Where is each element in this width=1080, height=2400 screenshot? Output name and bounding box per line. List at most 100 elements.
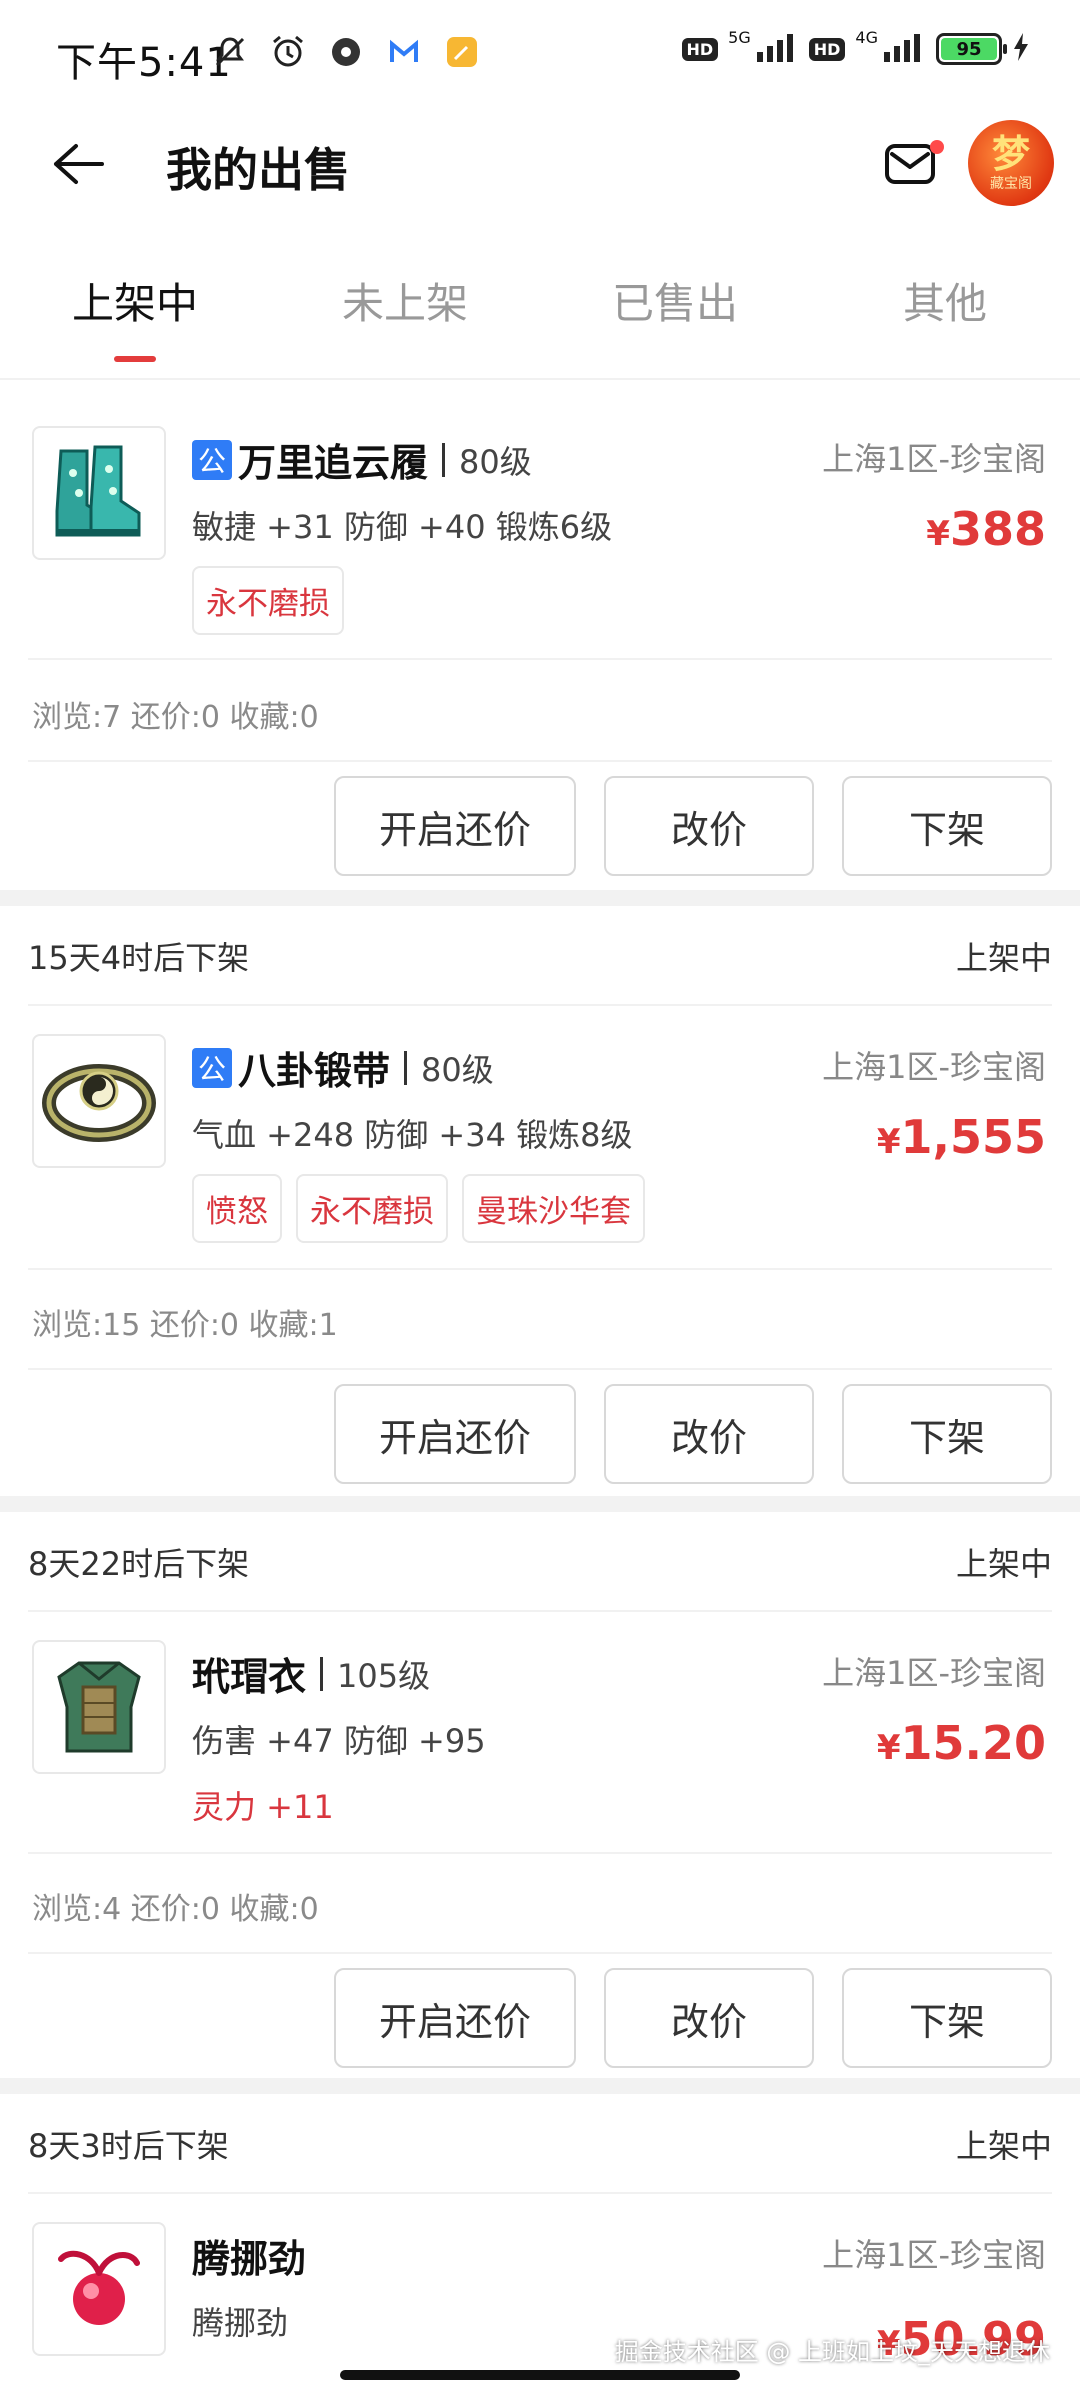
item-server: 上海1区-珍宝阁 xyxy=(822,1048,1046,1086)
tab-other[interactable]: 其他 xyxy=(810,240,1080,360)
belt-icon[interactable] xyxy=(32,1034,166,1168)
divider xyxy=(28,1268,1052,1270)
item-tag: 愤怒 xyxy=(192,1174,282,1243)
orb-icon[interactable] xyxy=(32,2222,166,2356)
home-indicator[interactable] xyxy=(340,2370,740,2380)
status-tabs: 上架中 未上架 已售出 其他 xyxy=(0,240,1080,362)
listing-card: 15天4时后下架 上架中 公 八卦锻带 80级 上海1区-珍宝阁 气血 +248… xyxy=(0,906,1080,1506)
card-gap xyxy=(0,890,1080,906)
item-price: ¥1,555 xyxy=(877,1110,1046,1164)
app-header: 我的出售 梦 藏宝阁 xyxy=(0,110,1080,220)
notes-app-icon xyxy=(444,34,480,70)
listing-status: 上架中 xyxy=(955,2127,1052,2165)
item-tag: 永不磨损 xyxy=(296,1174,448,1243)
item-name[interactable]: 腾挪劲 xyxy=(192,2228,306,2283)
delist-countdown: 8天3时后下架 xyxy=(28,2127,229,2165)
watermark: 掘金技术社区 @ 上班如上坟_天天想退休 xyxy=(614,2338,1050,2366)
card-header: 8天22时后下架 上架中 xyxy=(28,1512,1052,1612)
listing-card: 公 万里追云履 80级 上海1区-珍宝阁 敏捷 +31 防御 +40 锻炼6级 … xyxy=(0,398,1080,890)
item-level: 105级 xyxy=(337,1656,431,1695)
mute-icon xyxy=(212,34,248,70)
edit-price-button[interactable]: 改价 xyxy=(604,1968,814,2068)
item-name[interactable]: 玳瑁衣 xyxy=(192,1646,306,1701)
hd-badge-2: HD xyxy=(808,37,846,61)
listing-card: 8天22时后下架 上架中 玳瑁衣 105级 上海1区-珍宝阁 伤害 +47 防御… xyxy=(0,1512,1080,2086)
active-tab-indicator xyxy=(114,356,156,362)
item-server: 上海1区-珍宝阁 xyxy=(822,2236,1046,2274)
boots-icon[interactable] xyxy=(32,426,166,560)
status-bar: 下午5:41 HD 5G HD 4G 95 xyxy=(0,0,1080,110)
item-server: 上海1区-珍宝阁 xyxy=(822,1654,1046,1692)
item-title-row: 玳瑁衣 105级 xyxy=(192,1646,430,1701)
delist-countdown: 8天22时后下架 xyxy=(28,1545,250,1583)
currency-symbol: ¥ xyxy=(876,1122,901,1162)
item-level: 80级 xyxy=(459,442,532,481)
item-name[interactable]: 八卦锻带 xyxy=(238,1040,390,1095)
page-title: 我的出售 xyxy=(166,143,350,197)
item-tag: 曼珠沙华套 xyxy=(462,1174,645,1243)
edit-price-button[interactable]: 改价 xyxy=(604,1384,814,1484)
item-price: ¥15.20 xyxy=(877,1716,1046,1770)
tag-row: 愤怒 永不磨损 曼珠沙华套 xyxy=(192,1174,645,1243)
counter-offer-button[interactable]: 开启还价 xyxy=(334,1968,576,2068)
delist-button[interactable]: 下架 xyxy=(842,1384,1052,1484)
status-notification-icons xyxy=(212,34,480,70)
armor-icon[interactable] xyxy=(32,1640,166,1774)
item-server: 上海1区-珍宝阁 xyxy=(822,440,1046,478)
divider xyxy=(28,2192,1052,2194)
title-separator xyxy=(442,442,446,477)
title-separator xyxy=(404,1050,408,1085)
delist-button[interactable]: 下架 xyxy=(842,1968,1052,2068)
avatar[interactable]: 梦 藏宝阁 xyxy=(968,120,1054,206)
avatar-sub-text: 藏宝阁 xyxy=(990,176,1032,192)
item-level: 80级 xyxy=(421,1050,494,1089)
unread-dot xyxy=(930,140,944,154)
tab-unlisted[interactable]: 未上架 xyxy=(270,240,540,360)
item-stats: 浏览:15 还价:0 收藏:1 xyxy=(32,1308,338,1343)
arrow-left-icon xyxy=(54,144,104,184)
counter-offer-button[interactable]: 开启还价 xyxy=(334,1384,576,1484)
network-5g-label: 5G xyxy=(728,27,751,47)
price-value: 15.20 xyxy=(900,1716,1046,1770)
edit-price-button[interactable]: 改价 xyxy=(604,776,814,876)
divider xyxy=(28,1952,1052,1954)
tabs-divider xyxy=(0,378,1080,380)
item-tag: 永不磨损 xyxy=(192,566,344,635)
back-button[interactable] xyxy=(48,134,108,194)
divider xyxy=(28,760,1052,762)
messages-button[interactable] xyxy=(882,134,946,198)
delist-countdown: 15天4时后下架 xyxy=(28,939,250,977)
tab-label: 其他 xyxy=(902,279,987,328)
item-attributes: 敏捷 +31 防御 +40 锻炼6级 xyxy=(192,508,613,546)
item-title-row: 公 万里追云履 80级 xyxy=(192,432,532,487)
title-separator xyxy=(320,1656,324,1691)
action-buttons: 开启还价 改价 下架 xyxy=(334,1384,1052,1484)
item-price: ¥388 xyxy=(926,502,1046,556)
signal-icon xyxy=(755,32,799,66)
item-name[interactable]: 万里追云履 xyxy=(238,432,428,487)
network-4g-label: 4G xyxy=(855,27,878,47)
signal-icon-2 xyxy=(882,32,926,66)
action-buttons: 开启还价 改价 下架 xyxy=(334,1968,1052,2068)
charging-icon xyxy=(1012,32,1030,66)
action-buttons: 开启还价 改价 下架 xyxy=(334,776,1052,876)
alarm-icon xyxy=(270,34,306,70)
tab-sold[interactable]: 已售出 xyxy=(540,240,810,360)
mail-app-icon xyxy=(386,34,422,70)
delist-button[interactable]: 下架 xyxy=(842,776,1052,876)
listing-status: 上架中 xyxy=(955,939,1052,977)
counter-offer-button[interactable]: 开启还价 xyxy=(334,776,576,876)
listing-status: 上架中 xyxy=(955,1545,1052,1583)
tab-listed[interactable]: 上架中 xyxy=(0,240,270,362)
divider xyxy=(28,658,1052,660)
public-badge: 公 xyxy=(192,439,232,480)
price-value: 1,555 xyxy=(900,1110,1046,1164)
currency-symbol: ¥ xyxy=(876,1728,901,1768)
avatar-logo-text: 梦 xyxy=(991,132,1030,176)
item-special-attribute: 灵力 +11 xyxy=(192,1788,334,1826)
card-gap xyxy=(0,2078,1080,2094)
tab-label: 已售出 xyxy=(611,279,738,328)
item-title-row: 公 八卦锻带 80级 xyxy=(192,1040,494,1095)
public-badge: 公 xyxy=(192,1047,232,1088)
battery-level: 95 xyxy=(941,38,997,60)
